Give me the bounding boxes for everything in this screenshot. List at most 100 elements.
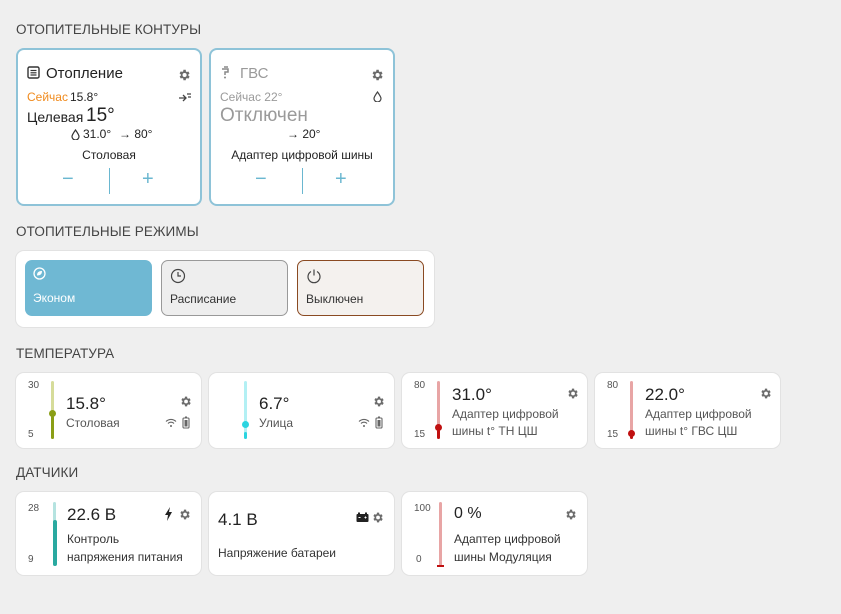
now-value: Сейчас 22° [220, 90, 283, 104]
sensor-value: 4.1 В [218, 510, 258, 529]
scale-max: 80 [607, 380, 619, 391]
sensor-name-line2: шины Модуляция [454, 550, 552, 564]
temperature-value: 31.0° [452, 385, 492, 404]
sensor-name-line1: Контроль [67, 532, 120, 546]
level-knob [628, 430, 635, 437]
section-title-circuits: ОТОПИТЕЛЬНЫЕ КОНТУРЫ [16, 22, 202, 37]
level-bar [53, 502, 57, 566]
wifi-icon [165, 418, 177, 428]
temperature-value: 22.0° [645, 385, 685, 404]
power-icon [306, 268, 322, 284]
circuit-status: Отключен [220, 105, 308, 126]
section-title-modes: ОТОПИТЕЛЬНЫЕ РЕЖИМЫ [16, 224, 199, 239]
drop-icon [71, 129, 80, 140]
increase-button[interactable]: + [335, 168, 347, 191]
divider [302, 168, 303, 194]
level-bar [439, 502, 442, 566]
battery-icon [375, 416, 383, 429]
param-max: → 80° [119, 127, 153, 141]
gear-icon[interactable] [372, 395, 385, 408]
target-value: 15° [86, 105, 115, 126]
sensor-card[interactable]: 4.1 В Напряжение батареи [209, 492, 394, 575]
section-title-sensors: ДАТЧИКИ [16, 465, 79, 480]
modes-panel: Эконом Расписание Выключен [16, 251, 434, 327]
scale-min: 9 [28, 554, 34, 565]
sensor-value: 22.6 В [67, 505, 117, 524]
lightning-icon [164, 507, 173, 521]
gear-icon[interactable] [179, 395, 192, 408]
mode-schedule-button[interactable]: Расписание [161, 260, 288, 316]
temperature-card[interactable]: 80 15 31.0° Адаптер цифровой шины t° ТН … [402, 373, 587, 448]
scale-max: 100 [414, 503, 431, 514]
increase-button[interactable]: + [142, 168, 154, 191]
wifi-icon [358, 418, 370, 428]
scale-min: 0 [416, 554, 422, 565]
level-fill [437, 565, 444, 567]
decrease-button[interactable]: − [255, 168, 267, 191]
now-value: 15.8° [70, 90, 99, 104]
param-return: 31.0° [83, 127, 112, 141]
flame-arrow-icon [178, 92, 192, 102]
now-label: Сейчас [27, 90, 68, 104]
level-knob [49, 410, 56, 417]
mode-off-button[interactable]: Выключен [297, 260, 424, 316]
temperature-name-line1: Адаптер цифровой [452, 407, 559, 421]
circuit-title: Отопление [46, 65, 123, 82]
scale-min: 15 [607, 429, 619, 440]
gear-icon[interactable] [178, 508, 191, 521]
radiator-icon [27, 66, 40, 79]
level-fill [244, 432, 247, 439]
drop-icon [373, 91, 382, 102]
temperature-card[interactable]: 80 15 22.0° Адаптер цифровой шины t° ГВС… [595, 373, 780, 448]
sensor-name-line1: Адаптер цифровой [454, 532, 561, 546]
temperature-card[interactable]: 30 5 15.8° Столовая [16, 373, 201, 448]
sensor-name-line2: напряжения питания [67, 550, 183, 564]
sensor-card[interactable]: 28 9 22.6 В Контроль напряжения питания [16, 492, 201, 575]
divider [109, 168, 110, 194]
decrease-button[interactable]: − [62, 168, 74, 191]
leaf-icon [33, 267, 46, 280]
circuit-title: ГВС [240, 65, 269, 82]
temperature-card[interactable]: 6.7° Улица [209, 373, 394, 448]
level-bar [244, 381, 247, 439]
scale-min: 15 [414, 429, 426, 440]
circuit-card-dhw[interactable]: ГВС Сейчас 22° Отключен → 20° Адаптер ци… [209, 48, 395, 206]
gear-icon[interactable] [177, 68, 191, 82]
temperature-name: Столовая [66, 416, 120, 430]
circuit-sensor: Адаптер цифровой шины [231, 148, 373, 162]
gear-icon[interactable] [566, 387, 579, 400]
battery-icon [182, 416, 190, 429]
scale-min: 5 [28, 429, 34, 440]
gear-icon[interactable] [371, 511, 384, 524]
scale-max: 30 [28, 380, 40, 391]
target-label: Целевая [27, 109, 84, 125]
sensor-value: 0 % [454, 505, 482, 522]
level-knob [242, 421, 249, 428]
level-fill [53, 519, 57, 566]
gear-icon[interactable] [759, 387, 772, 400]
temperature-name: Улица [259, 416, 294, 430]
mode-label: Расписание [170, 292, 237, 306]
gear-icon[interactable] [370, 68, 384, 82]
clock-icon [170, 268, 186, 284]
sensor-name: Напряжение батареи [218, 546, 337, 560]
mode-label: Выключен [306, 292, 364, 306]
tap-icon [220, 66, 234, 79]
temperature-value: 15.8° [66, 394, 106, 413]
level-fill [437, 430, 440, 439]
scale-max: 80 [414, 380, 426, 391]
scale-max: 28 [28, 503, 40, 514]
mode-economy-button[interactable]: Эконом [25, 260, 152, 316]
mode-label: Эконом [33, 291, 76, 305]
param-max: → 20° [287, 127, 321, 141]
circuit-card-heating[interactable]: Отопление Сейчас 15.8° Целевая 15° 31.0°… [16, 48, 202, 206]
temperature-name-line2: шины t° ГВС ЦШ [645, 424, 738, 438]
temperature-name-line2: шины t° ТН ЦШ [452, 424, 538, 438]
section-title-temperature: ТЕМПЕРАТУРА [16, 346, 115, 361]
sensor-card[interactable]: 100 0 0 % Адаптер цифровой шины Модуляци… [402, 492, 587, 575]
gear-icon[interactable] [564, 508, 577, 521]
circuit-sensor: Столовая [82, 148, 136, 162]
level-fill [51, 415, 54, 439]
temperature-value: 6.7° [259, 394, 290, 413]
temperature-name-line1: Адаптер цифровой [645, 407, 752, 421]
